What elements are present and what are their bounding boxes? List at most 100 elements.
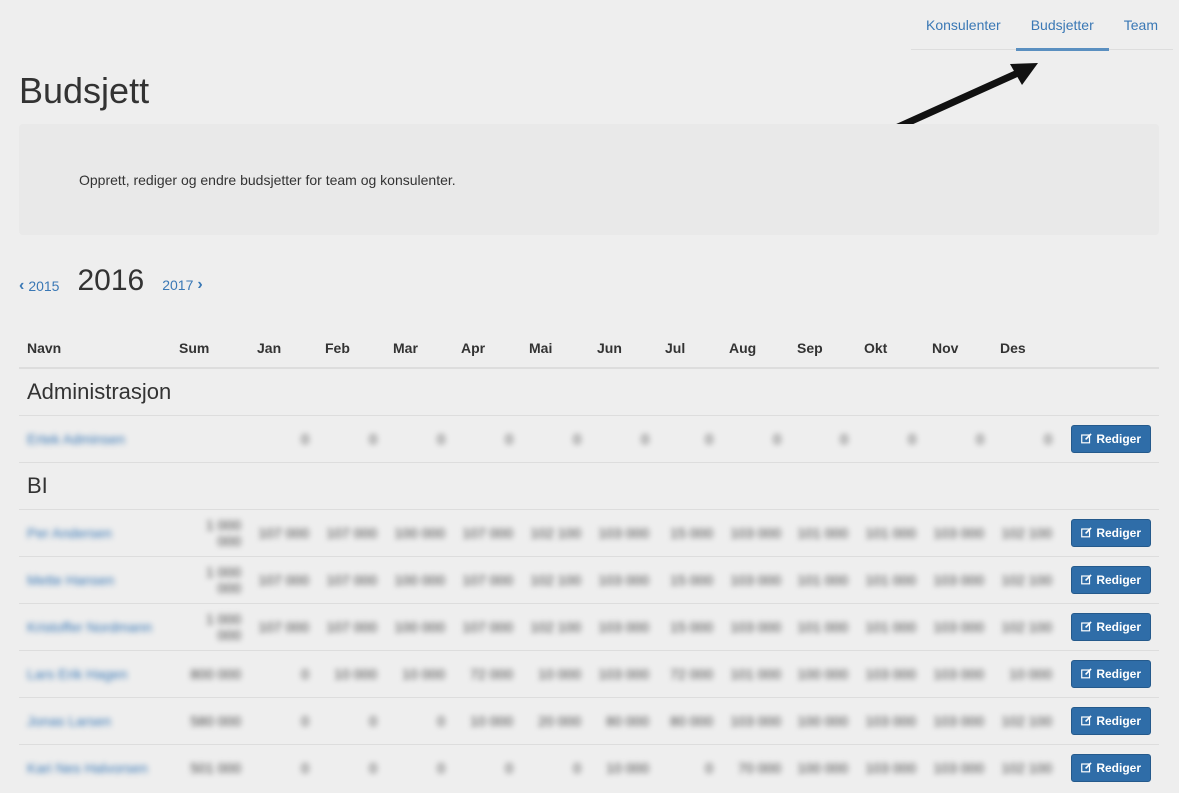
budget-value: 102 100 (1001, 524, 1052, 541)
month-cell: 102 100 (992, 696, 1060, 744)
month-cell: 107 000 (317, 555, 385, 603)
budget-value: 103 000 (933, 712, 984, 729)
person-name-link[interactable]: Mette Hansen (27, 572, 114, 588)
edit-button-label: Rediger (1096, 525, 1141, 540)
edit-button[interactable]: Rediger (1071, 659, 1151, 688)
person-name-link[interactable]: Kari Nes Halvorsen (27, 760, 148, 776)
budget-value: 102 100 (530, 571, 581, 588)
person-name-link[interactable]: Lars Erik Hagen (27, 666, 127, 682)
col-header-month: Des (992, 330, 1060, 369)
budget-value: 102 100 (1001, 712, 1052, 729)
group-row: Administrasjon (19, 367, 1159, 415)
month-cell: 101 000 (789, 508, 856, 556)
budget-value: 100 000 (797, 665, 848, 682)
month-cell: 15 000 (657, 508, 721, 556)
month-cell: 0 (453, 414, 521, 462)
tab-team[interactable]: Team (1109, 0, 1173, 49)
tab-konsulenter[interactable]: Konsulenter (911, 0, 1016, 49)
budget-value: 0 (573, 430, 581, 447)
intro-text: Opprett, rediger og endre budsjetter for… (79, 172, 456, 188)
month-cell: 107 000 (249, 602, 317, 650)
budget-value: 101 000 (730, 665, 781, 682)
sum-cell: 1 000 000 (171, 602, 249, 650)
month-cell: 0 (789, 414, 856, 462)
budget-value: 15 000 (670, 618, 713, 635)
budget-value: 10 000 (470, 712, 513, 729)
budget-value: 10 000 (606, 759, 649, 776)
edit-icon (1081, 762, 1092, 773)
month-cell: 0 (249, 696, 317, 744)
budget-value: 107 000 (462, 618, 513, 635)
col-header-month: Mai (521, 330, 589, 369)
table-row: Lars Erik Hagen 800 000 0 10 000 10 000 72 00… (19, 649, 1159, 697)
person-name-link[interactable]: Ertek Adminsen (27, 431, 125, 447)
budget-value: 0 (1044, 430, 1052, 447)
budget-value: 100 000 (394, 571, 445, 588)
budget-value: 80 000 (670, 712, 713, 729)
month-cell: 103 000 (856, 696, 924, 744)
budget-value: 580 000 (190, 712, 241, 729)
edit-button[interactable]: Rediger (1071, 612, 1151, 641)
month-cell: 101 000 (856, 602, 924, 650)
budget-value: 0 (369, 430, 377, 447)
edit-button[interactable]: Rediger (1071, 565, 1151, 594)
edit-icon (1081, 433, 1092, 444)
month-cell: 103 000 (856, 743, 924, 791)
next-year-link[interactable]: 2017 › (162, 276, 202, 294)
budget-value: 107 000 (326, 618, 377, 635)
edit-button[interactable]: Rediger (1071, 518, 1151, 547)
month-cell: 0 (249, 414, 317, 462)
budget-value: 0 (301, 430, 309, 447)
budget-value: 1 000 000 (205, 610, 241, 643)
sum-cell: 580 000 (171, 696, 249, 744)
tab-budsjetter[interactable]: Budsjetter (1015, 0, 1109, 51)
budget-value: 1 000 000 (205, 563, 241, 596)
month-cell: 107 000 (453, 508, 521, 556)
table-body: Administrasjon Ertek Adminsen 0 0 0 0 0 0 0 0 0 0 0 0… (19, 367, 1159, 791)
budget-value: 107 000 (462, 524, 513, 541)
person-name-link[interactable]: Jonas Larsen (27, 713, 111, 729)
month-cell: 107 000 (249, 508, 317, 556)
name-cell: Mette Hansen (19, 555, 171, 603)
budget-value: 0 (641, 430, 649, 447)
budget-value: 80 000 (606, 712, 649, 729)
budget-value: 0 (705, 759, 713, 776)
month-cell: 10 000 (453, 696, 521, 744)
month-cell: 0 (317, 743, 385, 791)
edit-button-label: Rediger (1096, 619, 1141, 634)
budget-value: 103 000 (933, 618, 984, 635)
year-navigation: ‹ 2015 2016 2017 › (19, 264, 203, 298)
month-cell: 100 000 (385, 508, 453, 556)
budget-value: 103 000 (598, 524, 649, 541)
prev-year-link[interactable]: ‹ 2015 (19, 277, 59, 295)
table-row: Kari Nes Halvorsen 501 000 0 0 0 0 0 10 000 0 70 … (19, 743, 1159, 791)
person-name-link[interactable]: Kristoffer Nordmann (27, 619, 152, 635)
budget-value: 103 000 (933, 524, 984, 541)
col-header-month: Jan (249, 330, 317, 369)
month-cell: 0 (521, 743, 589, 791)
budget-value: 0 (505, 430, 513, 447)
budget-value: 103 000 (598, 571, 649, 588)
name-cell: Per Andersen (19, 508, 171, 556)
actions-cell: Rediger (1060, 508, 1159, 556)
edit-button[interactable]: Rediger (1071, 753, 1151, 782)
budget-value: 0 (976, 430, 984, 447)
sum-cell (171, 414, 249, 462)
sum-cell: 800 000 (171, 649, 249, 697)
month-cell: 102 100 (521, 555, 589, 603)
budget-value: 72 000 (670, 665, 713, 682)
person-name-link[interactable]: Per Andersen (27, 525, 112, 541)
edit-button[interactable]: Rediger (1071, 424, 1151, 453)
edit-button[interactable]: Rediger (1071, 706, 1151, 735)
budget-value: 107 000 (258, 524, 309, 541)
sum-cell: 1 000 000 (171, 508, 249, 556)
budget-value: 1 000 000 (205, 516, 241, 549)
month-cell: 100 000 (385, 555, 453, 603)
month-cell: 0 (385, 696, 453, 744)
month-cell: 0 (249, 649, 317, 697)
month-cell: 0 (589, 414, 657, 462)
table-row: Kristoffer Nordmann 1 000 000 107 000 107 0… (19, 602, 1159, 650)
edit-button-label: Rediger (1096, 666, 1141, 681)
budget-value: 101 000 (865, 524, 916, 541)
group-title: BI (19, 461, 1159, 509)
